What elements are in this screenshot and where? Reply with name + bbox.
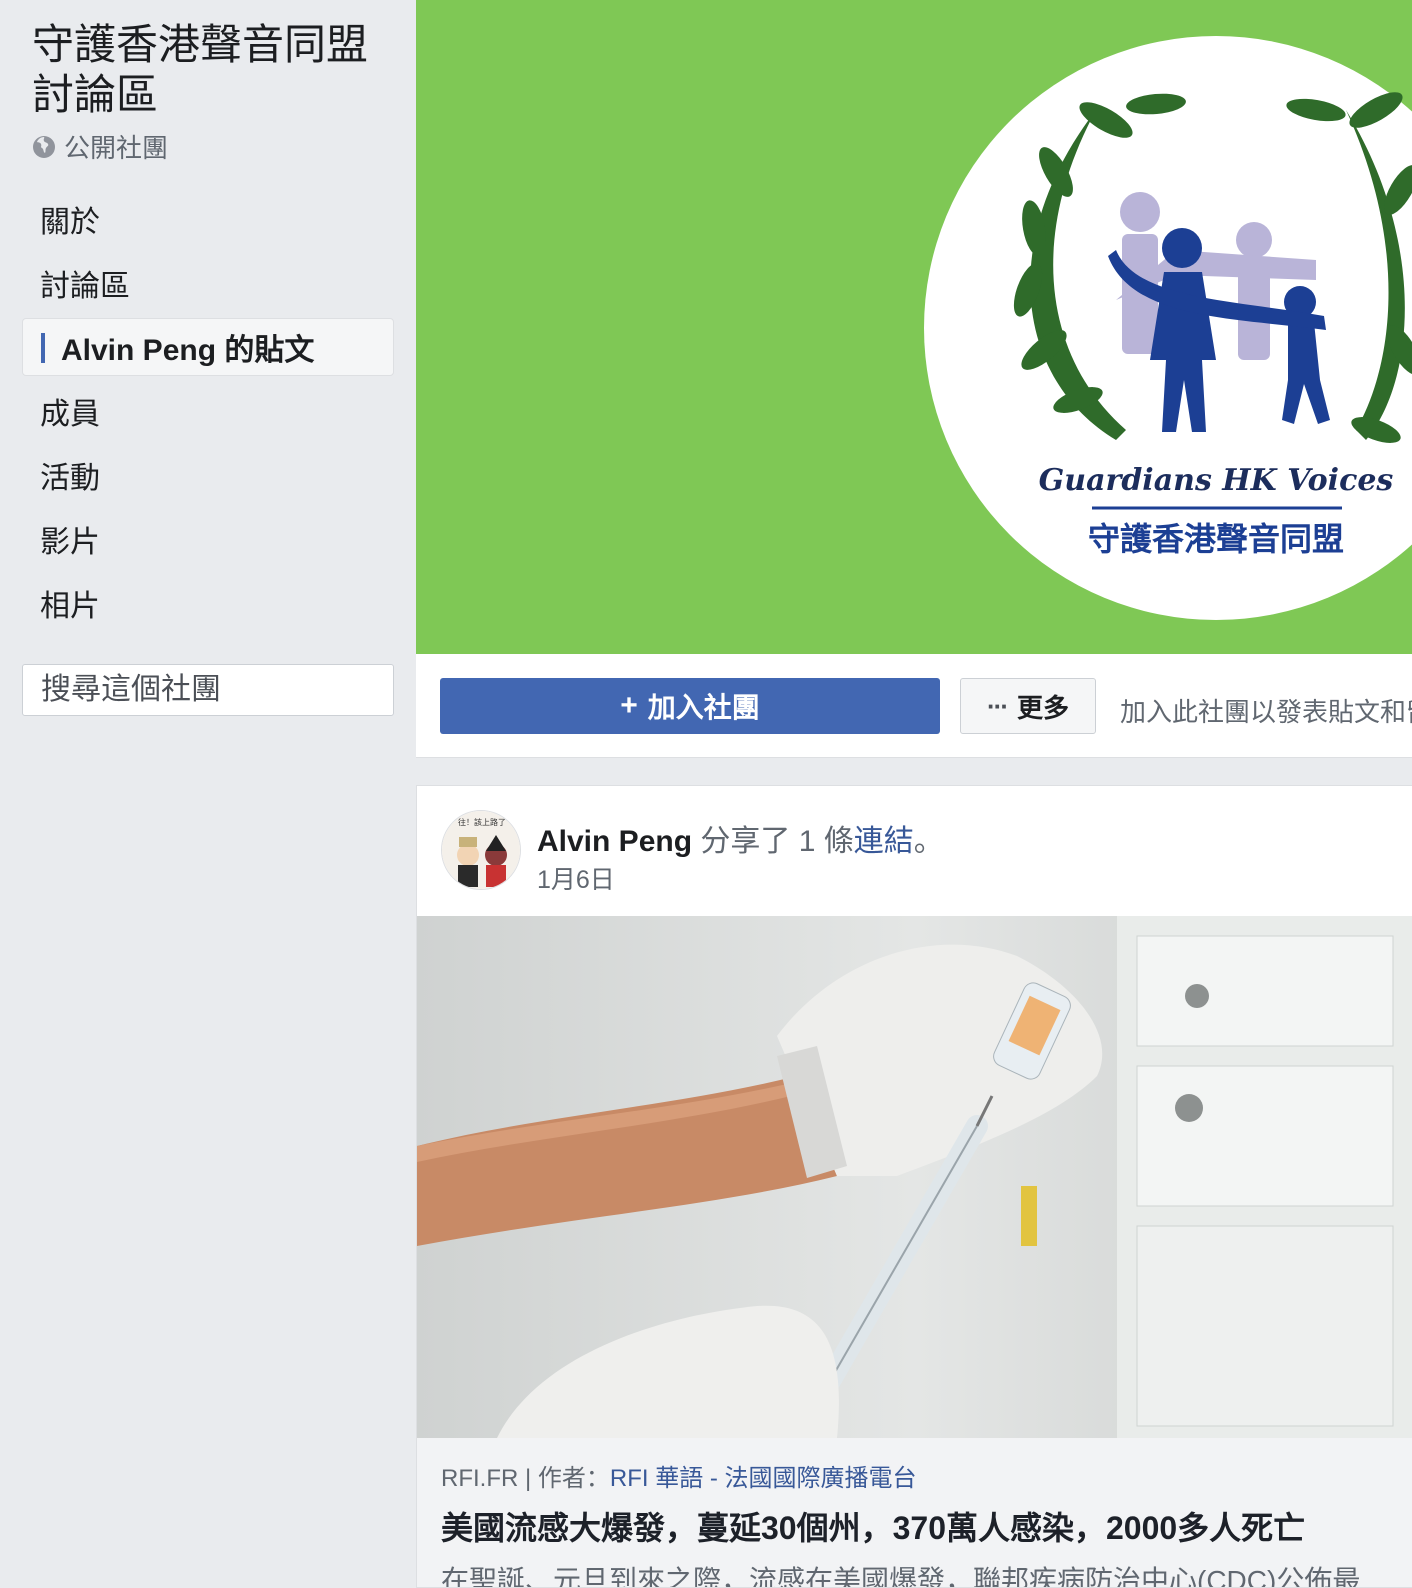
- globe-icon: [33, 135, 55, 158]
- group-title[interactable]: 守護香港聲音同盟討論區: [32, 20, 392, 120]
- author-name-link[interactable]: Alvin Peng: [537, 825, 692, 858]
- link-author-name[interactable]: RFI 華語 - 法國國際廣播電台: [610, 1465, 917, 1492]
- logo-chinese-text: 守護香港聲音同盟: [1088, 520, 1344, 558]
- group-sidebar: 守護香港聲音同盟討論區 公開社團 關於 討論區 Alvin Peng 的貼文 成…: [0, 0, 427, 1588]
- source-separator: |: [525, 1465, 538, 1492]
- avatar-illustration-icon: 往！該上路了: [442, 811, 520, 889]
- svg-text:往！該上路了: 往！該上路了: [458, 817, 506, 827]
- nav-item-discussion[interactable]: 討論區: [22, 254, 394, 312]
- nav-item-members[interactable]: 成員: [22, 382, 394, 440]
- join-group-button[interactable]: + 加入社團: [440, 678, 940, 734]
- link-word-link[interactable]: 連結: [854, 825, 914, 858]
- link-source-line: RFI.FR | 作者：RFI 華語 - 法國國際廣播電台: [441, 1458, 1389, 1493]
- search-input[interactable]: [41, 673, 427, 707]
- post-card: 往！該上路了 Alvin Peng 分享了 1 條連結。 1月6日 RFI.FR…: [416, 785, 1412, 1588]
- more-button[interactable]: ··· 更多: [960, 678, 1096, 734]
- post-header: Alvin Peng 分享了 1 條連結。: [537, 816, 944, 860]
- group-search: [22, 664, 427, 716]
- link-domain: RFI.FR: [441, 1465, 519, 1492]
- plus-icon: +: [620, 689, 638, 722]
- nav-item-events[interactable]: 活動: [22, 446, 394, 504]
- end-punctuation: 。: [913, 825, 944, 858]
- more-dots-icon: ···: [987, 690, 1009, 721]
- author-avatar[interactable]: 往！該上路了: [441, 810, 521, 890]
- link-preview-image[interactable]: [417, 916, 1412, 1438]
- logo-english-text: Guardians HK Voices: [1039, 463, 1394, 498]
- privacy-label: 公開社團: [64, 133, 169, 163]
- nav-item-photos[interactable]: 相片: [22, 574, 394, 632]
- nav-item-about[interactable]: 關於: [22, 190, 394, 248]
- link-author-prefix: 作者：: [537, 1465, 610, 1492]
- nav-item-videos[interactable]: 影片: [22, 510, 394, 568]
- group-nav: 關於 討論區 Alvin Peng 的貼文 成員 活動 影片 相片: [22, 190, 394, 638]
- group-logo: Guardians HK Voices 守護香港聲音同盟: [924, 36, 1412, 620]
- link-description: 在聖誕、元旦到來之際，流感在美國爆發，聯邦疾病防治中心(CDC)公佈最新數據: [441, 1565, 1389, 1588]
- join-hint-text: 加入此社團以發表貼文和留言: [1120, 697, 1412, 727]
- vaccine-syringe-photo-icon: [417, 916, 1412, 1438]
- nav-item-member-posts[interactable]: Alvin Peng 的貼文: [22, 318, 394, 376]
- post-action-text: 分享了 1 條: [692, 825, 854, 858]
- group-action-bar: + 加入社團 ··· 更多 加入此社團以發表貼文和留言: [416, 654, 1412, 758]
- link-preview-card[interactable]: RFI.FR | 作者：RFI 華語 - 法國國際廣播電台 美國流感大爆發，蔓延…: [417, 1438, 1412, 1588]
- group-privacy: 公開社團: [32, 128, 168, 165]
- link-title[interactable]: 美國流感大爆發，蔓延30個州，370萬人感染，2000多人死亡: [441, 1503, 1389, 1549]
- cover-photo[interactable]: Guardians HK Voices 守護香港聲音同盟: [416, 0, 1412, 654]
- post-timestamp[interactable]: 1月6日: [537, 860, 615, 896]
